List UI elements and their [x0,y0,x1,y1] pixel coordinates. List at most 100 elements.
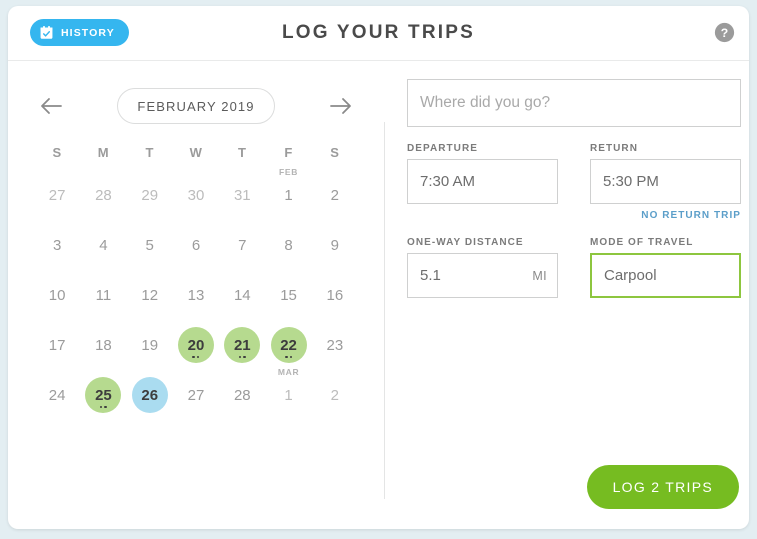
day-27[interactable]: 27 [178,377,214,413]
day-1[interactable]: 1 [271,177,307,213]
trip-dot [196,355,200,358]
return-input[interactable] [590,159,741,204]
day-cell: 10 [34,270,80,320]
day-cell: 18 [80,320,126,370]
day-25-logged[interactable]: 25 [85,377,122,413]
day-cell: 2 [312,170,358,220]
day-cell: MAR 1 [265,367,311,420]
return-field: RETURN NO RETURN TRIP [590,143,741,221]
day-cell: 9 [312,220,358,270]
day-16[interactable]: 16 [317,277,353,313]
arrow-right-icon [330,98,351,114]
day-7[interactable]: 7 [224,227,260,263]
weekday-5: F [284,145,293,160]
day-5[interactable]: 5 [132,227,168,263]
trip-form-pane: DEPARTURE RETURN NO RETURN TRIP ONE-WAY … [385,61,749,529]
time-row: DEPARTURE RETURN NO RETURN TRIP [407,143,741,221]
day-2[interactable]: 2 [317,377,353,413]
card-body: FEBRUARY 2019 SMTWTFS 27 28 29 30 31 FEB 1 2 3 4 5… [8,61,749,529]
day-cell: 26 [127,370,173,420]
day-cell: 24 [34,370,80,420]
weekday-3: W [189,145,203,160]
day-6[interactable]: 6 [178,227,214,263]
day-cell: 15 [265,270,311,320]
day-29[interactable]: 29 [132,177,168,213]
no-return-trip-link[interactable]: NO RETURN TRIP [590,210,741,221]
page-background: HISTORY LOG YOUR TRIPS ? FEBRUARY 2019 S… [0,0,757,539]
day-cell: 28 [219,370,265,420]
mode-label: MODE OF TRAVEL [590,237,694,248]
day-1[interactable]: 1 [271,377,307,413]
day-2[interactable]: 2 [317,177,353,213]
day-cell: 30 [173,170,219,220]
departure-label: DEPARTURE [407,143,478,154]
mode-of-travel-input[interactable] [590,253,741,298]
log-trips-button[interactable]: LOG 2 TRIPS [586,465,739,509]
day-cell: 2 [312,370,358,420]
day-18[interactable]: 18 [85,327,121,363]
weekday-header: SMTWTFS [8,145,384,160]
calendar-week: 10 11 12 13 14 15 16 [34,270,358,320]
prev-month-button[interactable] [38,93,64,119]
day-13[interactable]: 13 [178,277,214,313]
day-cell: 31 [219,170,265,220]
trip-dots [224,355,260,358]
trip-dots [85,405,121,408]
day-cell: 25 [80,370,126,420]
day-cell: 6 [173,220,219,270]
day-3[interactable]: 3 [39,227,75,263]
day-cell: 29 [127,170,173,220]
day-11[interactable]: 11 [85,277,121,313]
distance-label: ONE-WAY DISTANCE [407,237,524,248]
day-28[interactable]: 28 [85,177,121,213]
trip-dot [104,405,107,408]
day-cell: 23 [312,320,358,370]
day-20-logged[interactable]: 20 [177,327,214,363]
day-10[interactable]: 10 [39,277,75,313]
help-circle-icon[interactable]: ? [714,22,735,43]
day-21-logged[interactable]: 21 [224,327,261,363]
trip-dot [289,355,293,358]
distance-mode-row: ONE-WAY DISTANCE MI MODE OF TRAVEL [407,237,741,298]
next-month-button[interactable] [328,93,354,119]
weekday-6: S [330,145,340,160]
month-boundary-tag: FEB [279,167,299,177]
history-button-label: HISTORY [61,26,115,39]
day-15[interactable]: 15 [271,277,307,313]
day-cell: 21 [219,320,265,370]
calendar-nav: FEBRUARY 2019 [8,75,384,137]
day-28[interactable]: 28 [224,377,260,413]
month-selector[interactable]: FEBRUARY 2019 [117,88,275,124]
day-22-logged[interactable]: 22 [270,327,307,363]
day-9[interactable]: 9 [317,227,353,263]
day-30[interactable]: 30 [178,177,214,213]
day-14[interactable]: 14 [224,277,260,313]
destination-input[interactable] [407,79,741,127]
weekday-4: T [238,145,247,160]
return-label: RETURN [590,143,638,154]
day-27[interactable]: 27 [39,177,75,213]
trip-dot [192,355,195,358]
day-31[interactable]: 31 [224,177,260,213]
day-24[interactable]: 24 [39,377,75,413]
day-23[interactable]: 23 [317,327,353,363]
day-12[interactable]: 12 [132,277,168,313]
day-cell: 14 [219,270,265,320]
svg-text:?: ? [721,26,728,40]
history-button[interactable]: HISTORY [30,19,129,46]
day-17[interactable]: 17 [39,327,75,363]
day-26-selected[interactable]: 26 [131,377,168,413]
day-cell: 19 [127,320,173,370]
departure-input[interactable] [407,159,558,204]
day-8[interactable]: 8 [271,227,307,263]
day-cell: 17 [34,320,80,370]
day-4[interactable]: 4 [85,227,121,263]
day-cell: 16 [312,270,358,320]
trip-dot [238,355,242,358]
trip-dot [243,355,246,358]
day-cell: 12 [127,270,173,320]
trip-log-card: HISTORY LOG YOUR TRIPS ? FEBRUARY 2019 S… [8,6,749,529]
day-19[interactable]: 19 [132,327,168,363]
day-cell: 28 [80,170,126,220]
month-boundary-tag: MAR [277,367,300,377]
